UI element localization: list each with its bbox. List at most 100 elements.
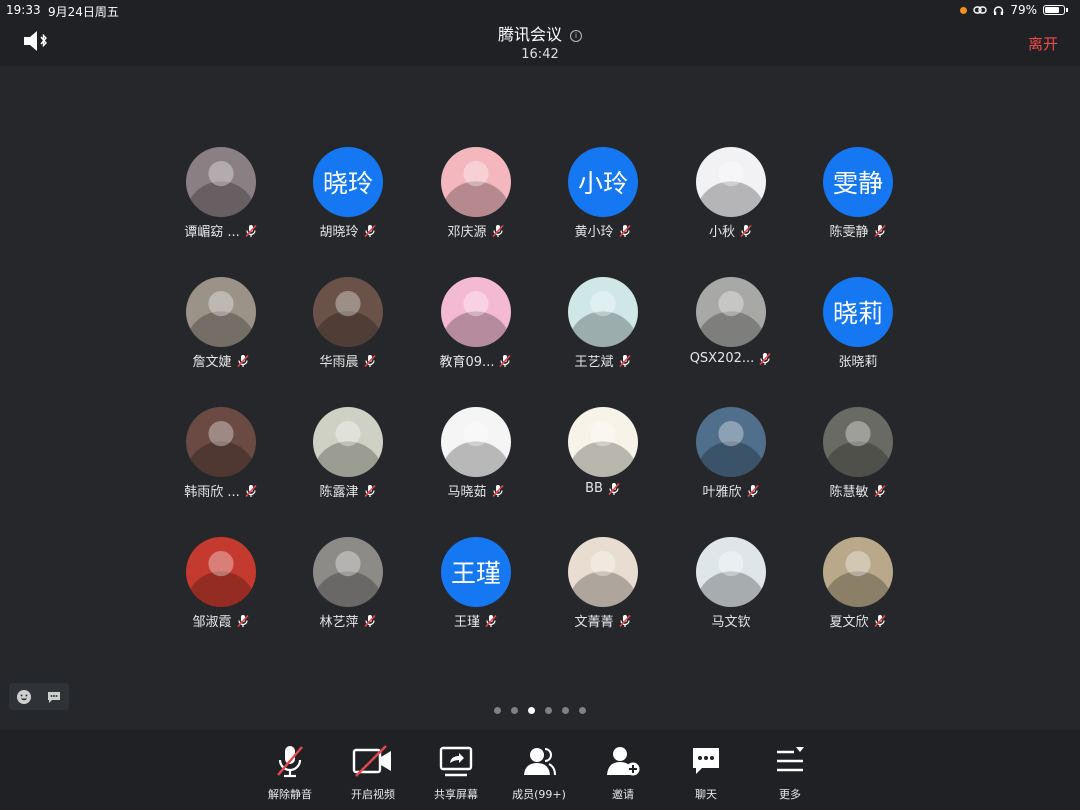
member-name-row: 詹文婕 [151,351,291,370]
member-tile[interactable]: 王艺斌 [533,277,673,370]
page-dot[interactable] [545,707,552,714]
member-avatar: 晓玲 [313,147,383,217]
mic-muted-icon [245,224,257,237]
member-tile[interactable]: 韩雨欣 ... [151,407,291,500]
member-tile[interactable]: 华雨晨 [278,277,418,370]
member-tile[interactable]: 晓玲胡晓玲 [278,147,418,240]
mic-muted-icon [618,224,631,237]
member-tile[interactable]: 邹淑霞 [151,537,291,630]
member-tile[interactable]: 小玲黄小玲 [533,147,673,240]
members-icon [524,748,556,776]
member-tile[interactable]: 文菁菁 [533,537,673,630]
chat-icon [693,748,719,774]
member-avatar [441,147,511,217]
add-user-icon [607,747,640,776]
reaction-bar [9,683,69,710]
member-name-row: 夏文欣 [788,611,928,630]
invite-button[interactable]: 邀请 [581,744,665,802]
member-tile[interactable]: 马晓茹 [406,407,546,500]
member-tile[interactable]: 谭嵋窈 ... [151,147,291,240]
member-name: 黄小玲 [574,225,614,240]
member-name-row: 叶雅欣 [661,481,801,500]
member-tile[interactable]: 陈露津 [278,407,418,500]
page-dot[interactable] [511,707,518,714]
member-avatar [186,407,256,477]
member-tile[interactable]: 王瑾 王瑾 [406,537,546,630]
member-name: 陈慧敏 [829,485,869,500]
mic-muted-icon [245,484,257,497]
comment-icon[interactable] [46,689,62,705]
member-avatar: 雯静 [823,147,893,217]
member-name: 胡晓玲 [319,225,359,240]
members-button[interactable]: 成员(99+) [497,744,581,802]
member-tile[interactable]: 小秋 [661,147,801,240]
member-tile[interactable]: 教育09... [406,277,546,370]
member-name: 教育09... [439,355,495,370]
page-dot[interactable] [494,707,501,714]
member-avatar [696,537,766,607]
share-screen-button[interactable]: 共享屏幕 [414,744,498,802]
member-tile[interactable]: 夏文欣 [788,537,928,630]
member-name: 马晓茹 [447,485,487,500]
member-avatar [568,277,638,347]
bottom-toolbar: 解除静音 开启视频 共享屏幕 成员(99+) 邀请 聊天 更多 [0,730,1080,810]
member-name: 詹文婕 [192,355,232,370]
member-tile[interactable]: 陈慧敏 [788,407,928,500]
members-label: 成员(99+) [512,788,566,801]
member-name: 马文钦 [711,615,751,630]
page-dot[interactable] [562,707,569,714]
member-tile[interactable]: BB [533,407,673,496]
member-tile[interactable]: 马文钦 [661,537,801,630]
emoji-icon[interactable] [16,689,32,705]
member-avatar [186,537,256,607]
member-name-row: QSX202... [661,351,801,366]
chat-label: 聊天 [695,788,717,801]
invite-label: 邀请 [612,788,634,801]
member-name-row: 马晓茹 [406,481,546,500]
more-button[interactable]: 更多 [748,744,832,802]
member-name: BB [585,481,603,496]
member-name-row: 陈慧敏 [788,481,928,500]
member-name-row: 邓庆源 [406,221,546,240]
mic-muted-icon [491,484,504,497]
unmute-label: 解除静音 [268,788,312,801]
member-tile[interactable]: 林艺萍 [278,537,418,630]
member-tile[interactable]: 叶雅欣 [661,407,801,500]
page-dot[interactable] [528,707,535,714]
member-name: 叶雅欣 [702,485,742,500]
member-name: 韩雨欣 ... [184,485,240,500]
member-avatar: 小玲 [568,147,638,217]
mic-muted-icon [873,614,886,627]
member-avatar [568,407,638,477]
member-name-row: 黄小玲 [533,221,673,240]
share-screen-label: 共享屏幕 [434,788,478,801]
member-avatar [186,277,256,347]
avatar-initials: 王瑾 [450,559,501,588]
page-dot[interactable] [579,707,586,714]
mic-muted-icon [618,614,631,627]
member-name: 陈雯静 [829,225,869,240]
member-name: 王艺斌 [574,355,614,370]
member-name-row: BB [533,481,673,496]
member-name: 王瑾 [453,615,480,630]
member-tile[interactable]: 詹文婕 [151,277,291,370]
mic-muted-icon [485,614,497,627]
member-name: 文菁菁 [574,615,614,630]
member-name-row: 邹淑霞 [151,611,291,630]
member-tile[interactable]: 邓庆源 [406,147,546,240]
member-name-row: 华雨晨 [278,351,418,370]
unmute-button[interactable]: 解除静音 [248,744,332,802]
member-name-row: 教育09... [406,351,546,370]
start-video-button[interactable]: 开启视频 [331,744,415,802]
member-tile[interactable]: 雯静陈雯静 [788,147,928,240]
chat-button[interactable]: 聊天 [664,744,748,802]
mic-muted-icon [608,482,620,495]
member-name: 华雨晨 [319,355,359,370]
member-name: 夏文欣 [829,615,869,630]
member-avatar [313,407,383,477]
member-name-row: 张晓莉 [788,351,928,370]
member-name-row: 谭嵋窈 ... [151,221,291,240]
member-tile[interactable]: 晓莉 张晓莉 [788,277,928,370]
member-tile[interactable]: QSX202... [661,277,801,366]
member-avatar [441,407,511,477]
